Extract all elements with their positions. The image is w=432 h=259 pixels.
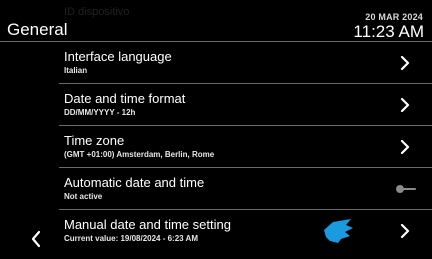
setting-date-time-format[interactable]: Date and time format DD/MM/YYYY - 12h — [59, 84, 432, 126]
settings-list: Interface language Italian Date and time… — [59, 42, 432, 252]
current-date: 20 MAR 2024 — [365, 12, 423, 22]
setting-value: DD/MM/YYYY - 12h — [64, 108, 136, 117]
ghost-label: ID dispositivo — [64, 6, 130, 18]
setting-value: (GMT +01:00) Amsterdam, Berlin, Rome — [64, 150, 215, 159]
setting-label: Manual date and time setting — [64, 217, 231, 232]
chevron-right-icon[interactable] — [400, 98, 410, 112]
chevron-right-icon[interactable] — [400, 56, 410, 70]
setting-value: Italian — [64, 66, 88, 75]
current-time: 11:23 AM — [353, 22, 424, 41]
toggle-off-icon[interactable] — [394, 184, 416, 194]
setting-value: Not active — [64, 192, 103, 201]
chevron-right-icon[interactable] — [400, 140, 410, 154]
setting-label: Interface language — [64, 49, 172, 64]
setting-label: Time zone — [64, 133, 125, 148]
setting-label: Automatic date and time — [64, 175, 205, 190]
setting-interface-language[interactable]: Interface language Italian — [59, 42, 432, 84]
setting-automatic-date-time[interactable]: Automatic date and time Not active — [59, 168, 432, 210]
setting-manual-date-time[interactable]: Manual date and time setting Current val… — [59, 210, 432, 252]
setting-label: Date and time format — [64, 91, 186, 106]
page-title: General — [7, 20, 68, 39]
pointing-hand-icon — [324, 219, 353, 243]
chevron-right-icon[interactable] — [400, 224, 410, 238]
chevron-left-icon[interactable] — [30, 230, 42, 248]
setting-value: Current value: 19/08/2024 - 6:23 AM — [64, 234, 198, 243]
setting-time-zone[interactable]: Time zone (GMT +01:00) Amsterdam, Berlin… — [59, 126, 432, 168]
